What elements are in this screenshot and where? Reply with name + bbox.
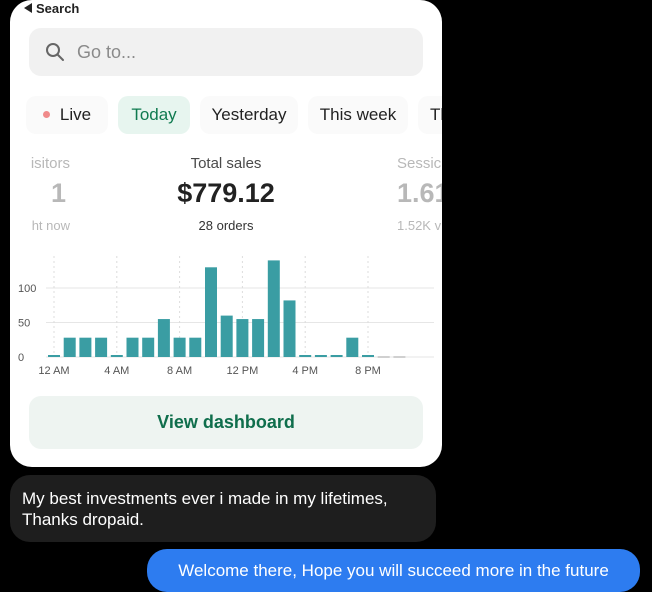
back-to-search[interactable]: Search (24, 1, 79, 16)
tab-live-label: Live (59, 105, 92, 124)
chart-bar (267, 260, 280, 357)
back-arrow-icon (24, 3, 32, 13)
x-tick-label: 12 AM (38, 365, 69, 377)
hourly-sales-chart: 100 50 0 12 AM 4 AM 8 AM 12 PM 4 PM 8 PM (18, 256, 434, 377)
stat-sessions-label: Sessic (397, 155, 442, 172)
outgoing-message-text: Welcome there, Hope you will succeed mor… (178, 561, 609, 580)
stat-total-sales-sub: 28 orders (198, 218, 254, 233)
x-tick-label: 8 PM (355, 365, 381, 377)
tab-today[interactable]: Today (118, 96, 190, 134)
chart-bar (63, 337, 76, 357)
chart-bar (142, 337, 155, 357)
tab-partial-label: Thi (430, 105, 442, 124)
stat-visitors-value: 1 (50, 178, 66, 208)
tab-yesterday[interactable]: Yesterday (200, 96, 298, 134)
chart-bar (330, 355, 343, 357)
date-range-tabs: Live Today Yesterday This week Thi (26, 96, 442, 134)
chart-bar (314, 355, 327, 357)
tab-this-week-label: This week (319, 105, 397, 124)
chart-bar (362, 355, 374, 357)
x-tick-label: 4 PM (292, 365, 318, 377)
back-label: Search (36, 1, 80, 16)
stat-total-sales[interactable]: Total sales $779.12 28 orders (151, 155, 301, 233)
stat-sessions-value: 1.61 (397, 178, 442, 208)
search-placeholder: Go to... (77, 42, 137, 62)
y-tick-label: 0 (18, 352, 24, 364)
x-tick-label: 8 AM (167, 365, 192, 377)
tab-this-month-partial[interactable]: Thi (418, 96, 442, 134)
outgoing-message-bubble: Welcome there, Hope you will succeed mor… (147, 549, 640, 592)
tab-today-label: Today (131, 105, 177, 124)
chart-bar (346, 337, 359, 357)
stat-visitors-label: isitors (30, 155, 70, 172)
stat-total-sales-value: $779.12 (177, 178, 275, 208)
y-tick-label: 100 (18, 283, 36, 295)
chart-bar (126, 337, 139, 357)
stat-sessions[interactable]: Sessic 1.61 1.52K v (397, 155, 442, 233)
chart-bar (157, 319, 170, 357)
incoming-message-text: My best investments ever i made in my li… (22, 489, 388, 529)
live-dot-icon (42, 111, 50, 118)
chart-bar (110, 355, 123, 357)
chart-bar (299, 355, 312, 357)
chart-bar (173, 337, 186, 357)
chart-bar (205, 267, 217, 357)
x-tick-label: 12 PM (227, 365, 259, 377)
chart-bar (252, 319, 265, 357)
x-tick-label: 4 AM (104, 365, 129, 377)
search-icon (46, 43, 64, 61)
y-tick-label: 50 (18, 318, 30, 330)
tab-live[interactable]: Live (26, 96, 108, 134)
analytics-card: Search Go to... Live Today Yesterday Thi… (10, 0, 442, 467)
chart-bar (79, 337, 92, 357)
stat-visitors[interactable]: isitors 1 ht now (10, 155, 70, 233)
view-dashboard-button[interactable]: View dashboard (29, 396, 423, 449)
stat-visitors-sub: ht now (31, 218, 70, 233)
chart-bar (236, 319, 249, 357)
chart-bar (95, 337, 108, 357)
stat-total-sales-label: Total sales (190, 155, 262, 172)
stat-sessions-sub: 1.52K v (397, 218, 442, 233)
incoming-message-bubble: My best investments ever i made in my li… (10, 475, 436, 542)
chart-bar (189, 337, 202, 357)
chart-bar (283, 300, 296, 357)
chart-bar (220, 315, 233, 357)
tab-yesterday-label: Yesterday (211, 105, 287, 124)
chart-bar (48, 355, 60, 357)
search-input[interactable]: Go to... (29, 28, 423, 76)
tab-this-week[interactable]: This week (308, 96, 408, 134)
